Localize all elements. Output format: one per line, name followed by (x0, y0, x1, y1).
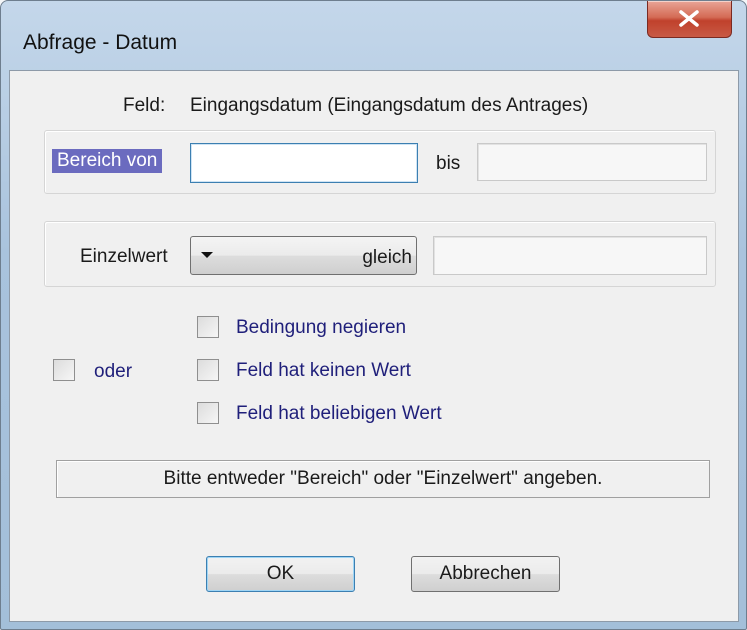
chevron-down-icon (201, 252, 213, 258)
range-from-label: Bereich von (52, 149, 163, 173)
window-title: Abfrage - Datum (23, 31, 178, 54)
close-icon (679, 10, 699, 27)
or-checkbox[interactable] (53, 359, 75, 381)
cancel-button[interactable]: Abbrechen (411, 556, 560, 592)
field-label: Feld: (123, 95, 166, 116)
single-value-input[interactable] (433, 236, 707, 275)
operator-value: gleich (362, 247, 412, 268)
ok-button[interactable]: OK (206, 556, 355, 592)
negate-label[interactable]: Bedingung negieren (236, 317, 406, 339)
no-value-checkbox[interactable] (197, 359, 219, 381)
any-value-checkbox[interactable] (197, 402, 219, 424)
field-value: Eingangsdatum (Eingangsdatum des Antrage… (190, 95, 589, 116)
range-from-input[interactable] (190, 143, 418, 183)
status-message: Bitte entweder "Bereich" oder "Einzelwer… (56, 460, 710, 498)
no-value-label[interactable]: Feld hat keinen Wert (236, 360, 411, 382)
negate-checkbox[interactable] (197, 316, 219, 338)
single-value-label: Einzelwert (80, 246, 168, 267)
or-label[interactable]: oder (94, 361, 132, 383)
operator-dropdown[interactable]: gleich (190, 236, 417, 275)
dialog-body: Feld: Eingangsdatum (Eingangsdatum des A… (9, 70, 739, 622)
close-button[interactable] (647, 1, 732, 38)
any-value-label[interactable]: Feld hat beliebigen Wert (236, 403, 442, 425)
dialog-window: Abfrage - Datum Feld: Eingangsdatum (Ein… (0, 0, 747, 630)
range-to-label: bis (436, 153, 461, 174)
range-to-input[interactable] (477, 143, 707, 181)
